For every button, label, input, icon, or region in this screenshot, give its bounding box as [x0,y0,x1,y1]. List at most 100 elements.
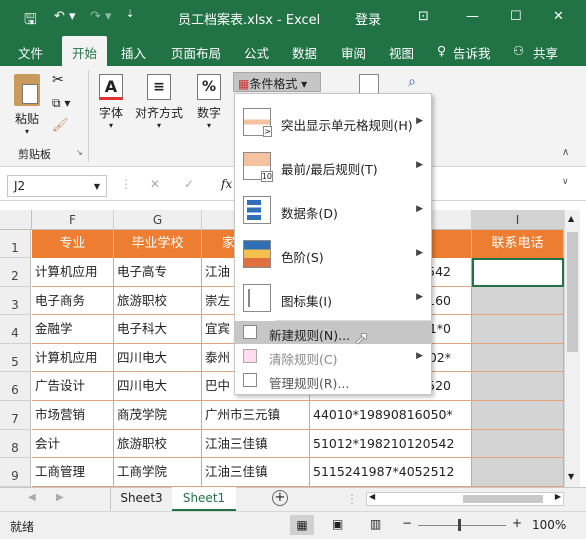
column-header-i[interactable]: I [472,210,564,230]
tab-home[interactable]: 开始 [62,36,108,66]
next-sheet-icon[interactable]: ▶ [56,492,64,503]
scroll-up-icon[interactable]: ▲ [568,214,574,223]
column-header-f[interactable]: F [32,210,114,230]
menu-item-data-bars[interactable]: 数据条(D) ▶ [235,188,431,232]
cell-contact[interactable] [472,315,564,344]
zoom-in-icon[interactable]: + [512,516,522,530]
cancel-icon[interactable]: ✕ [150,177,160,191]
cell-major[interactable]: 计算机应用 [32,258,114,287]
cell-major[interactable]: 金融学 [32,315,114,344]
menu-item-color-scales[interactable]: 色阶(S) ▶ [235,232,431,276]
scroll-left-icon[interactable]: ◀ [369,492,375,501]
copy-icon[interactable]: ⧉ ▾ [52,96,70,111]
cell-school[interactable]: 四川电大 [114,372,202,401]
row-header[interactable]: 8 [0,430,31,458]
menu-item-new-rule[interactable]: 新建规则(N)... [235,321,431,344]
cell-school[interactable]: 电子科大 [114,315,202,344]
font-button[interactable]: A 字体 ▾ [94,74,128,130]
save-icon[interactable]: 🖫 [24,9,37,34]
scroll-thumb[interactable] [567,232,578,352]
cell-home[interactable]: 江油三佳镇 [202,430,310,458]
cell-contact[interactable] [472,258,564,287]
menu-item-top-bottom-rules[interactable]: 10 最前/最后规则(T) ▶ [235,144,431,188]
row-header[interactable]: 4 [0,315,31,344]
cell-school[interactable]: 工商学院 [114,458,202,487]
cell-home[interactable]: 广州市三元镇 [202,401,310,430]
cell-id[interactable]: 51012*198210120542 [310,430,472,458]
page-break-view-icon[interactable]: ▥ [370,517,381,531]
row-header[interactable]: 9 [0,458,31,487]
undo-icon[interactable]: ↶ ▾ [54,9,76,24]
cell-major[interactable]: 计算机应用 [32,344,114,372]
sheet-tab[interactable]: Sheet3 [110,487,172,511]
cell-major[interactable]: 会计 [32,430,114,458]
row-header[interactable]: 2 [0,258,31,287]
share-button[interactable]: 共享 [533,43,558,62]
add-sheet-icon[interactable]: + [272,490,288,506]
dialog-launcher-icon[interactable]: ↘ [76,148,83,157]
cell-school[interactable]: 电子高专 [114,258,202,287]
close-icon[interactable]: ✕ [553,9,564,24]
tell-me-input[interactable]: 告诉我 [453,43,491,62]
cell-major[interactable]: 广告设计 [32,372,114,401]
name-box[interactable]: J2 ▼ [7,175,107,197]
row-header[interactable]: 6 [0,372,31,401]
tab-view[interactable]: 视图 [389,43,414,62]
cell-contact[interactable] [472,287,564,315]
cell-contact[interactable] [472,401,564,430]
cell-school[interactable]: 旅游职校 [114,287,202,315]
cell-school[interactable]: 旅游职校 [114,430,202,458]
alignment-button[interactable]: ≡ 对齐方式 ▾ [133,74,185,130]
redo-icon[interactable]: ↷ ▾ [90,9,112,24]
vertical-scrollbar[interactable]: ▲ ▼ [564,210,580,487]
format-painter-icon[interactable]: 🖌 [52,118,69,133]
row-header[interactable]: 5 [0,344,31,372]
menu-item-highlight-rules[interactable]: > 突出显示单元格规则(H) ▶ [235,100,431,144]
select-all-corner[interactable] [0,210,32,230]
scroll-down-icon[interactable]: ▼ [568,472,574,481]
tab-page-layout[interactable]: 页面布局 [171,43,221,62]
login-button[interactable]: 登录 [355,9,381,28]
row-header[interactable]: 3 [0,287,31,315]
zoom-out-icon[interactable]: − [402,516,412,530]
cell-contact[interactable] [472,344,564,372]
expand-formula-icon[interactable]: ∨ [562,177,569,187]
zoom-slider-thumb[interactable] [458,519,461,531]
column-header-g[interactable]: G [114,210,202,230]
menu-item-clear-rules[interactable]: 清除规则(C) ▶ [235,345,431,368]
number-button[interactable]: % 数字 ▾ [192,74,226,130]
menu-item-icon-sets[interactable]: 图标集(I) ▶ [235,276,431,320]
cut-icon[interactable]: ✂ [52,72,64,88]
paste-button[interactable]: 粘贴 ▾ [10,74,44,136]
cell-school[interactable]: 四川电大 [114,344,202,372]
row-header[interactable]: 7 [0,401,31,430]
cell-school[interactable]: 商茂学院 [114,401,202,430]
cell-id[interactable]: 44010*19890816050* [310,401,472,430]
zoom-slider[interactable] [418,525,506,526]
tab-data[interactable]: 数据 [292,43,317,62]
cell-contact[interactable] [472,458,564,487]
menu-item-manage-rules[interactable]: 管理规则(R)... [235,369,431,392]
conditional-formatting-button[interactable]: ▦条件格式 ▾ [233,72,321,92]
fx-icon[interactable]: fx [221,177,232,191]
cell-major[interactable]: 电子商务 [32,287,114,315]
tab-review[interactable]: 审阅 [341,43,366,62]
horizontal-scrollbar[interactable]: ◀ ▶ [366,492,564,506]
zoom-level[interactable]: 100% [532,518,566,532]
ribbon-display-icon[interactable]: ⊡ [418,9,429,24]
cell-home[interactable]: 江油三佳镇 [202,458,310,487]
row-header[interactable]: 1 [0,230,31,258]
tab-file[interactable]: 文件 [18,43,43,62]
cell-contact[interactable] [472,430,564,458]
minimize-icon[interactable]: — [466,9,479,24]
page-layout-view-icon[interactable]: ▣ [332,517,343,531]
enter-icon[interactable]: ✓ [184,177,194,191]
cell-contact[interactable] [472,372,564,401]
share-icon[interactable]: ⚇ [513,43,524,58]
maximize-icon[interactable]: ☐ [510,9,522,24]
customize-icon[interactable]: ⇣ [126,9,134,20]
scroll-right-icon[interactable]: ▶ [555,492,561,501]
normal-view-icon[interactable]: ▦ [290,515,314,535]
sheet-tab-active[interactable]: Sheet1 [172,487,236,511]
cell-major[interactable]: 工商管理 [32,458,114,487]
